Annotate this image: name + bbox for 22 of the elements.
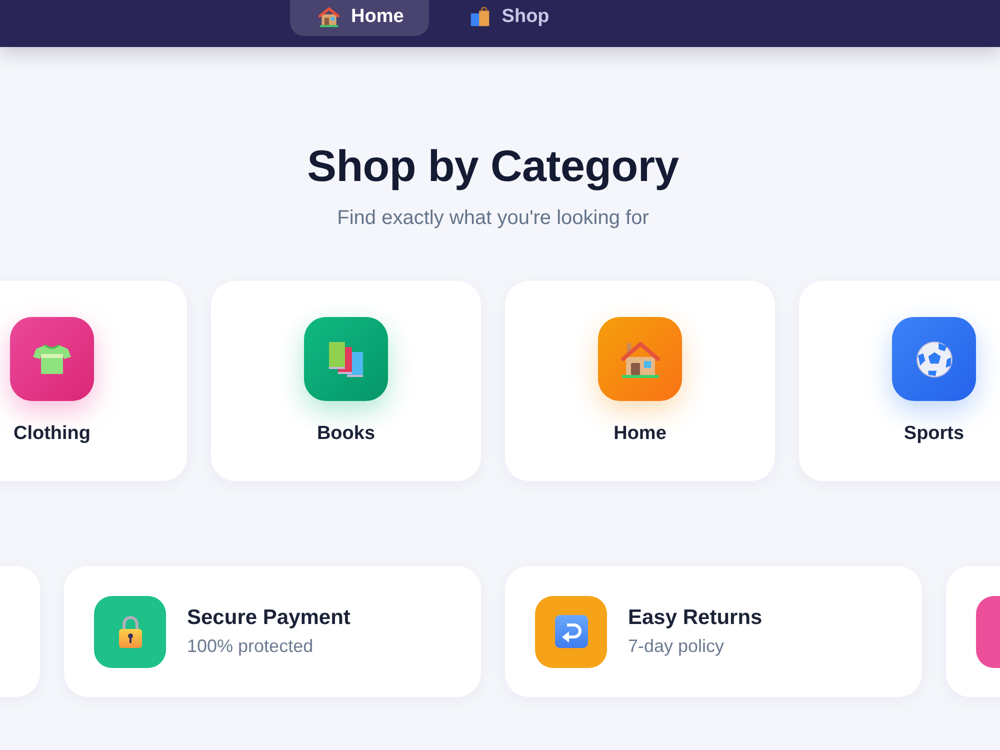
category-card[interactable]: Clothing	[0, 281, 187, 481]
shopping-bags-icon	[468, 6, 491, 28]
padlock-icon	[94, 596, 166, 668]
category-card[interactable]: Books	[211, 281, 481, 481]
category-card[interactable]: Sports	[799, 281, 1000, 481]
nav-tab[interactable]: Shop	[440, 0, 574, 36]
category-label: Clothing	[13, 422, 91, 446]
feature-title: Secure Payment	[187, 605, 350, 631]
section-subtitle: Find exactly what you're looking for	[337, 206, 649, 231]
category-card[interactable]: Home	[505, 281, 775, 481]
category-label: Sports	[904, 422, 964, 446]
category-label: Books	[316, 422, 376, 446]
nav-tab[interactable]: Home	[290, 0, 429, 36]
house-icon	[318, 6, 340, 28]
feature-subtitle: 100% protected	[187, 635, 314, 658]
category-label: Home	[614, 422, 666, 446]
feature-subtitle: 7-day policy	[628, 635, 726, 658]
t-shirt-icon	[10, 317, 94, 401]
section-title: Shop by Category	[307, 143, 679, 191]
feature-title: Easy Returns	[628, 605, 762, 631]
house-icon	[598, 317, 682, 401]
books-icon	[304, 317, 388, 401]
